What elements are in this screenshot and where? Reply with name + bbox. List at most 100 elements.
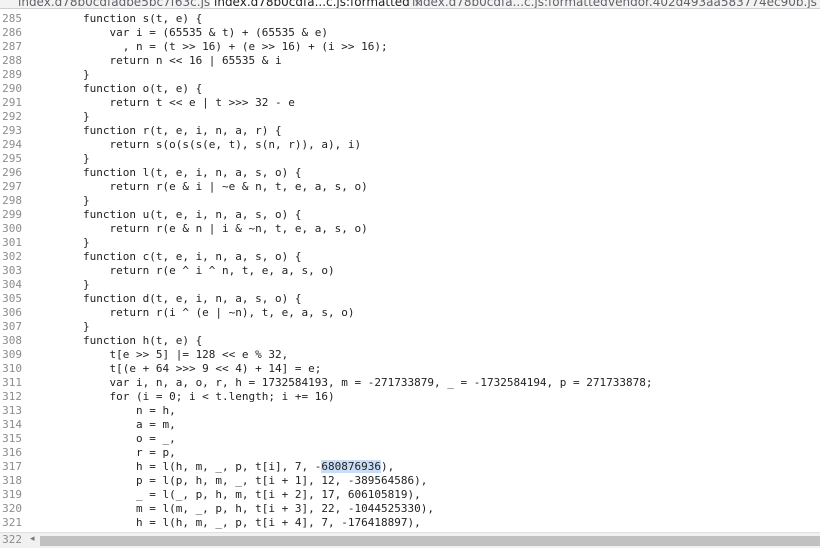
code-line[interactable]: var i = (65535 & t) + (65535 & e) [30,26,328,40]
code-text: n = h, [30,404,176,417]
line-number: 290 [2,82,22,95]
code-text: return r(e & n | i & ~n, t, e, a, s, o) [30,222,368,235]
code-line[interactable]: } [30,236,90,250]
code-text: function l(t, e, i, n, a, s, o) { [30,166,302,179]
code-line[interactable]: function s(t, e) { [30,12,202,26]
code-line[interactable]: t[(e + 64 >>> 9 << 4) + 14] = e; [30,362,321,376]
line-number: 285 [2,12,22,25]
line-number: 304 [2,278,22,291]
line-number: 289 [2,68,22,81]
code-line[interactable]: return n << 16 | 65535 & i [30,54,282,68]
code-text: o = _, [30,432,176,445]
code-line[interactable]: o = _, [30,432,176,446]
code-line[interactable]: function h(t, e) { [30,334,202,348]
line-number: 295 [2,152,22,165]
code-text: function u(t, e, i, n, a, s, o) { [30,208,302,221]
code-line[interactable]: r = p, [30,446,176,460]
line-number: 309 [2,348,22,361]
code-text: t[(e + 64 >>> 9 << 4) + 14] = e; [30,362,322,375]
code-text: for (i = 0; i < t.length; i += 16) [30,390,335,403]
code-line[interactable]: } [30,194,90,208]
code-text: return t << e | t >>> 32 - e [30,96,295,109]
code-line[interactable]: h = l(h, m, _, p, t[i + 4], 7, -17641889… [30,516,421,530]
line-number: 301 [2,236,22,249]
code-line[interactable]: return r(i ^ (e | ~n), t, e, a, s, o) [30,306,355,320]
code-line[interactable]: function c(t, e, i, n, a, s, o) { [30,250,302,264]
code-line[interactable]: , n = (t >> 16) + (e >> 16) + (i >> 16); [30,40,388,54]
code-text: return r(e & i | ~e & n, t, e, a, s, o) [30,180,368,193]
code-line[interactable]: return r(e & n | i & ~n, t, e, a, s, o) [30,222,368,236]
code-text: function d(t, e, i, n, a, s, o) { [30,292,302,305]
code-line[interactable]: return r(e & i | ~e & n, t, e, a, s, o) [30,180,368,194]
line-number: 292 [2,110,22,123]
code-text: function h(t, e) { [30,334,203,347]
line-number: 310 [2,362,22,375]
code-line[interactable]: function d(t, e, i, n, a, s, o) { [30,292,302,306]
code-line[interactable]: n = h, [30,404,176,418]
code-line[interactable]: return t << e | t >>> 32 - e [30,96,295,110]
code-text: ), [381,460,395,473]
code-line[interactable]: p = l(p, h, m, _, t[i + 1], 12, -3895645… [30,474,427,488]
code-editor[interactable]: 285 286 287 288 289 290 291 292 293 294 295 296 297 2… [0,12,820,532]
line-number: 288 [2,54,22,67]
code-text: p = l(p, h, m, _, t[i + 1], 12, -3895645… [30,474,428,487]
code-text: } [30,236,90,249]
line-number: 286 [2,26,22,39]
code-line[interactable]: function o(t, e) { [30,82,202,96]
code-text: } [30,110,90,123]
code-line[interactable]: } [30,68,90,82]
code-line[interactable]: a = m, [30,418,176,432]
line-number: 314 [2,418,22,431]
scrollbar-thumb[interactable] [40,536,820,546]
code-line[interactable]: return r(e ^ i ^ n, t, e, a, s, o) [30,264,334,278]
scroll-left-icon[interactable]: ◂ [30,534,35,544]
line-number: 287 [2,40,22,53]
code-line[interactable]: } [30,278,90,292]
line-number: 319 [2,488,22,501]
line-number: 317 [2,460,22,473]
code-line[interactable]: } [30,320,90,334]
code-line[interactable]: h = l(h, m, _, p, t[i], 7, -680876936), [30,460,394,474]
horizontal-scrollbar[interactable]: 322 ◂ [0,532,820,548]
code-text: , n = (t >> 16) + (e >> 16) + (i >> 16); [30,40,388,53]
code-line[interactable]: for (i = 0; i < t.length; i += 16) [30,390,335,404]
code-line[interactable]: t[e >> 5] |= 128 << e % 32, [30,348,288,362]
code-text: } [30,152,90,165]
line-number: 322 [2,533,22,546]
code-line[interactable]: function u(t, e, i, n, a, s, o) { [30,208,302,222]
line-number: 320 [2,502,22,515]
tab-index-formatted-active[interactable]: index.d78b0cdfa...c.js:formatted × [210,0,422,8]
line-number: 315 [2,432,22,445]
line-number: 302 [2,250,22,263]
line-number: 311 [2,376,22,389]
code-text: r = p, [30,446,176,459]
tab-index-formatted[interactable]: index.d78b0cdfa...c.js:formatted [408,0,612,8]
code-text: return s(o(s(s(e, t), s(n, r)), a), i) [30,138,362,151]
line-number: 312 [2,390,22,403]
code-line[interactable]: return s(o(s(s(e, t), s(n, r)), a), i) [30,138,361,152]
code-line[interactable]: var i, n, a, o, r, h = 1732584193, m = -… [30,376,652,390]
selected-text: 680876936 [321,460,382,473]
tab-index-js[interactable]: index.d78b0cdfadbe5bc7f63c.js [14,0,214,8]
code-text: t[e >> 5] |= 128 << e % 32, [30,348,289,361]
code-line[interactable]: m = l(m, _, p, h, t[i + 3], 22, -1044525… [30,502,434,516]
code-text: return r(i ^ (e | ~n), t, e, a, s, o) [30,306,355,319]
line-number: 308 [2,334,22,347]
code-line[interactable]: } [30,152,90,166]
code-line[interactable]: } [30,110,90,124]
line-number: 306 [2,306,22,319]
line-number: 321 [2,516,22,529]
code-text: return n << 16 | 65535 & i [30,54,282,67]
code-text: } [30,194,90,207]
code-text: } [30,320,90,333]
editor-tab-bar: index.d78b0cdfadbe5bc7f63c.js index.d78b… [0,0,820,9]
line-number: 298 [2,194,22,207]
line-number: 294 [2,138,22,151]
code-line[interactable]: _ = l(_, p, h, m, t[i + 2], 17, 60610581… [30,488,421,502]
line-number: 307 [2,320,22,333]
code-line[interactable]: function l(t, e, i, n, a, s, o) { [30,166,302,180]
tab-vendor-js[interactable]: vendor.402d493aa583774ec90b.js [604,0,820,8]
code-text: function o(t, e) { [30,82,203,95]
code-text: a = m, [30,418,176,431]
code-line[interactable]: function r(t, e, i, n, a, r) { [30,124,282,138]
